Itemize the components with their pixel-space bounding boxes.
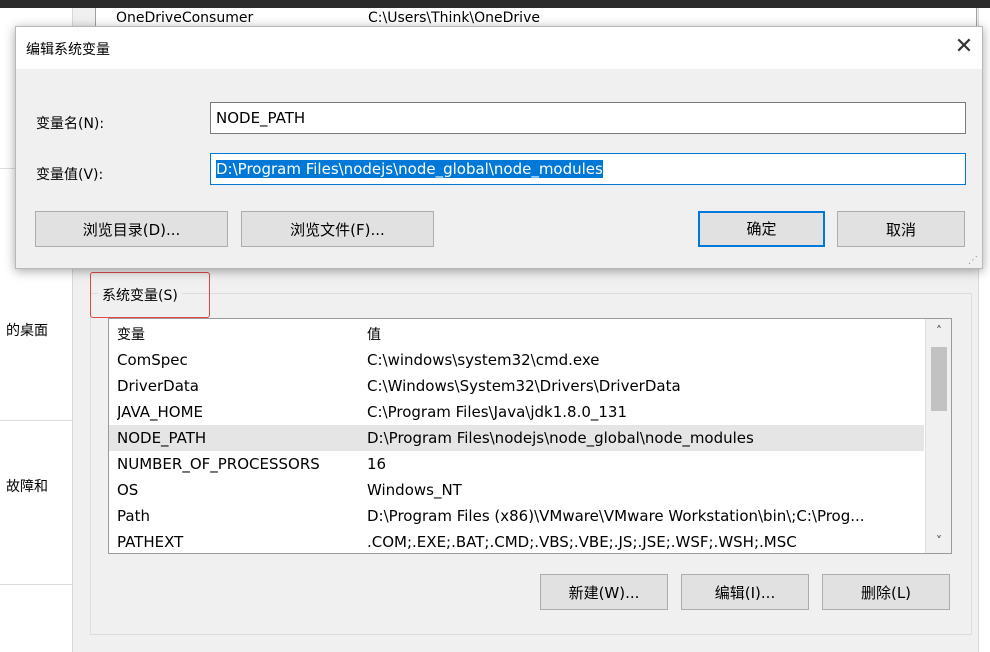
var-name: PATHEXT bbox=[117, 533, 184, 551]
variable-value-label: 变量值(V): bbox=[36, 167, 104, 183]
selected-value-text: D:\Program Files\nodejs\node_global\node… bbox=[216, 160, 603, 178]
pane-divider bbox=[0, 584, 72, 585]
chevron-down-icon[interactable]: ˅ bbox=[926, 529, 951, 553]
user-var-value: C:\Users\Think\OneDrive bbox=[368, 10, 540, 26]
annotation-highlight-box bbox=[90, 272, 210, 318]
table-row[interactable]: Path D:\Program Files (x86)\VMware\VMware… bbox=[109, 503, 924, 529]
var-value: C:\Windows\System32\Drivers\DriverData bbox=[367, 377, 681, 395]
column-header-name[interactable]: 变量 bbox=[117, 324, 145, 344]
edit-variable-button[interactable]: 编辑(I)... bbox=[681, 574, 809, 610]
var-value: C:\windows\system32\cmd.exe bbox=[367, 351, 600, 369]
dialog-titlebar[interactable]: 编辑系统变量 ✕ bbox=[16, 27, 982, 69]
list-body: ComSpec C:\windows\system32\cmd.exe Drive… bbox=[109, 347, 924, 553]
delete-variable-button[interactable]: 删除(L) bbox=[822, 574, 950, 610]
table-row[interactable]: DriverData C:\Windows\System32\Drivers\Dr… bbox=[109, 373, 924, 399]
left-pane-text-2: 故障和 bbox=[6, 479, 48, 495]
cancel-button[interactable]: 取消 bbox=[837, 211, 965, 247]
system-vars-list[interactable]: 变量 值 ComSpec C:\windows\system32\cmd.exe … bbox=[108, 318, 952, 554]
scroll-thumb[interactable] bbox=[931, 347, 947, 411]
var-name: OS bbox=[117, 481, 139, 499]
var-value: C:\Program Files\Java\jdk1.8.0_131 bbox=[367, 403, 628, 421]
user-var-row-peek[interactable]: OneDriveConsumer C:\Users\Think\OneDrive bbox=[95, 8, 977, 26]
table-row-selected[interactable]: NODE_PATH D:\Program Files\nodejs\node_gl… bbox=[109, 425, 924, 451]
var-name: JAVA_HOME bbox=[117, 403, 204, 421]
close-icon[interactable]: ✕ bbox=[950, 33, 978, 61]
var-value: Windows_NT bbox=[367, 481, 462, 499]
top-strip bbox=[0, 0, 990, 8]
table-row[interactable]: OS Windows_NT bbox=[109, 477, 924, 503]
var-value: D:\Program Files\nodejs\node_global\node… bbox=[367, 429, 754, 447]
browse-file-button[interactable]: 浏览文件(F)... bbox=[241, 211, 434, 247]
var-name: NODE_PATH bbox=[117, 429, 207, 447]
list-header: 变量 值 bbox=[109, 319, 924, 345]
chevron-up-icon[interactable]: ˄ bbox=[926, 319, 951, 343]
var-name: Path bbox=[117, 507, 150, 525]
user-var-name: OneDriveConsumer bbox=[116, 10, 254, 26]
var-value: D:\Program Files (x86)\VMware\VMware Wor… bbox=[367, 507, 865, 525]
var-name: DriverData bbox=[117, 377, 199, 395]
var-name: NUMBER_OF_PROCESSORS bbox=[117, 455, 320, 473]
new-variable-button[interactable]: 新建(W)... bbox=[540, 574, 668, 610]
table-row[interactable]: ComSpec C:\windows\system32\cmd.exe bbox=[109, 347, 924, 373]
column-header-value[interactable]: 值 bbox=[367, 324, 381, 344]
browse-directory-button[interactable]: 浏览目录(D)... bbox=[35, 211, 228, 247]
dialog-title: 编辑系统变量 bbox=[26, 42, 110, 58]
vertical-scrollbar[interactable]: ˄ ˅ bbox=[925, 319, 951, 553]
left-pane-text-1: 的桌面 bbox=[6, 323, 48, 339]
ok-button[interactable]: 确定 bbox=[698, 211, 825, 247]
variable-name-input[interactable]: NODE_PATH bbox=[210, 102, 966, 134]
pane-divider bbox=[0, 420, 72, 421]
variable-value-input[interactable]: D:\Program Files\nodejs\node_global\node… bbox=[210, 153, 966, 185]
var-value: 16 bbox=[367, 455, 387, 473]
variable-name-label: 变量名(N): bbox=[36, 116, 105, 132]
resize-grip-icon[interactable]: ⋰ bbox=[968, 255, 978, 266]
var-value: .COM;.EXE;.BAT;.CMD;.VBS;.VBE;.JS;.JSE;.… bbox=[367, 533, 797, 551]
var-name: ComSpec bbox=[117, 351, 188, 369]
table-row[interactable]: JAVA_HOME C:\Program Files\Java\jdk1.8.0_… bbox=[109, 399, 924, 425]
edit-system-variable-dialog: 编辑系统变量 ✕ 变量名(N): NODE_PATH 变量值(V): D:\Pr… bbox=[15, 26, 983, 269]
table-row[interactable]: NUMBER_OF_PROCESSORS 16 bbox=[109, 451, 924, 477]
table-row[interactable]: PATHEXT .COM;.EXE;.BAT;.CMD;.VBS;.VBE;.JS… bbox=[109, 529, 924, 553]
